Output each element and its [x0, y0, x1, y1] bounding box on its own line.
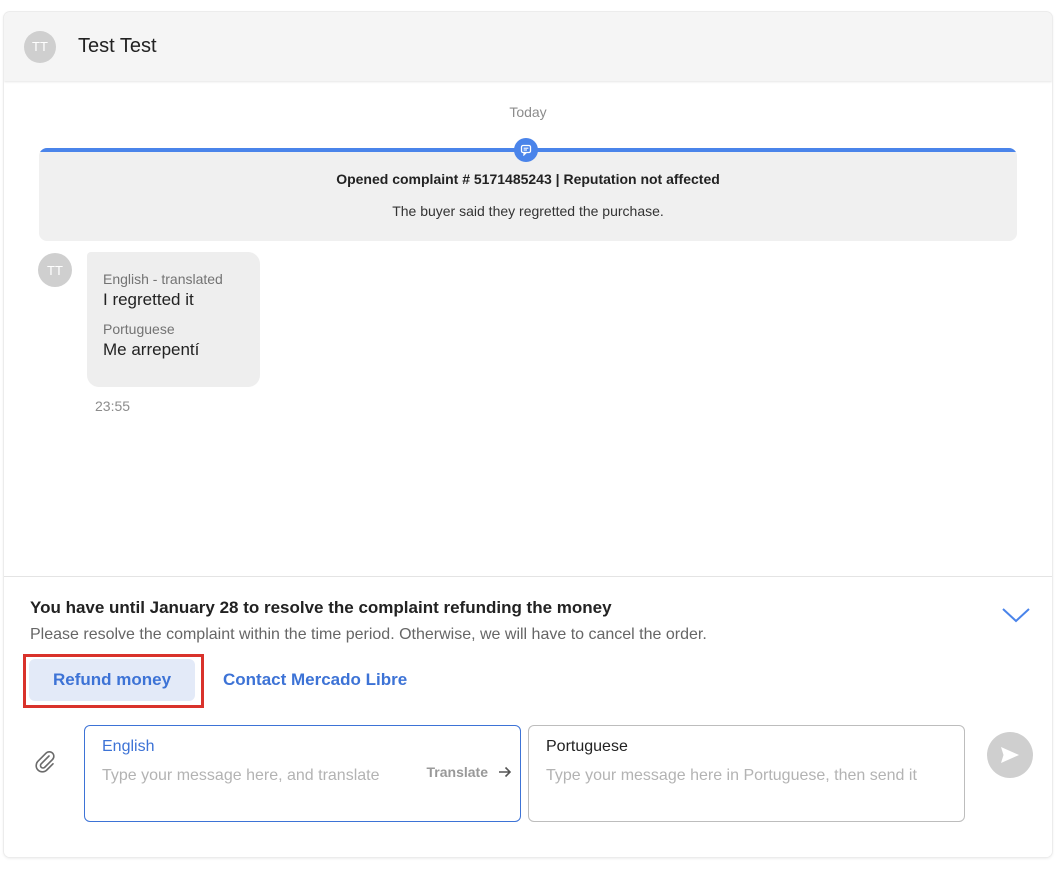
paperclip-glyph: [35, 750, 55, 773]
message-bubble: English - translated I regretted it Port…: [87, 252, 260, 387]
original-message-text: Me arrepentí: [103, 340, 200, 359]
conversation-header: TT Test Test: [4, 12, 1052, 81]
send-icon: [1001, 747, 1019, 763]
resolve-deadline-description: Please resolve the complaint within the …: [30, 626, 707, 643]
refund-money-button[interactable]: Refund money: [29, 659, 195, 701]
reputation-status: | Reputation not affected: [551, 171, 720, 187]
complaint-number: Opened complaint # 5171485243: [336, 171, 552, 187]
translated-language-label: English - translated: [103, 271, 223, 287]
paperclip-icon[interactable]: [32, 749, 58, 775]
send-button[interactable]: [987, 732, 1033, 778]
chevron-down-icon[interactable]: [1000, 605, 1032, 625]
chat-bubble-glyph: [520, 144, 532, 156]
date-separator: Today: [509, 104, 547, 120]
complaint-action-footer: You have until January 28 to resolve the…: [4, 577, 1052, 857]
complaint-event-card: [39, 148, 1017, 241]
chat-bubble-icon: [514, 138, 538, 162]
english-message-input[interactable]: [102, 762, 392, 818]
translate-button[interactable]: Translate: [427, 764, 512, 780]
conversation-panel: TT Test Test Today Opened complaint # 51…: [4, 12, 1052, 857]
resolve-deadline-title: You have until January 28 to resolve the…: [30, 598, 612, 617]
english-input-label: English: [102, 738, 155, 755]
english-message-box: English Translate: [84, 725, 521, 822]
original-language-label: Portuguese: [103, 321, 175, 337]
portuguese-message-input[interactable]: [546, 762, 946, 818]
contact-name: Test Test: [78, 35, 157, 57]
contact-avatar: TT: [24, 30, 56, 63]
event-title: Opened complaint # 5171485243 | Reputati…: [4, 171, 1052, 187]
chevron-down-glyph: [1002, 608, 1030, 623]
portuguese-message-box: Portuguese: [528, 725, 965, 822]
portuguese-input-label: Portuguese: [546, 738, 628, 755]
event-description: The buyer said they regretted the purcha…: [392, 203, 664, 219]
translated-message-text: I regretted it: [103, 290, 194, 309]
translate-button-label: Translate: [426, 764, 488, 780]
contact-mercado-libre-link[interactable]: Contact Mercado Libre: [223, 670, 407, 690]
message-timestamp: 23:55: [95, 398, 131, 414]
message-avatar: TT: [38, 253, 72, 287]
arrow-right-icon: [499, 766, 512, 778]
